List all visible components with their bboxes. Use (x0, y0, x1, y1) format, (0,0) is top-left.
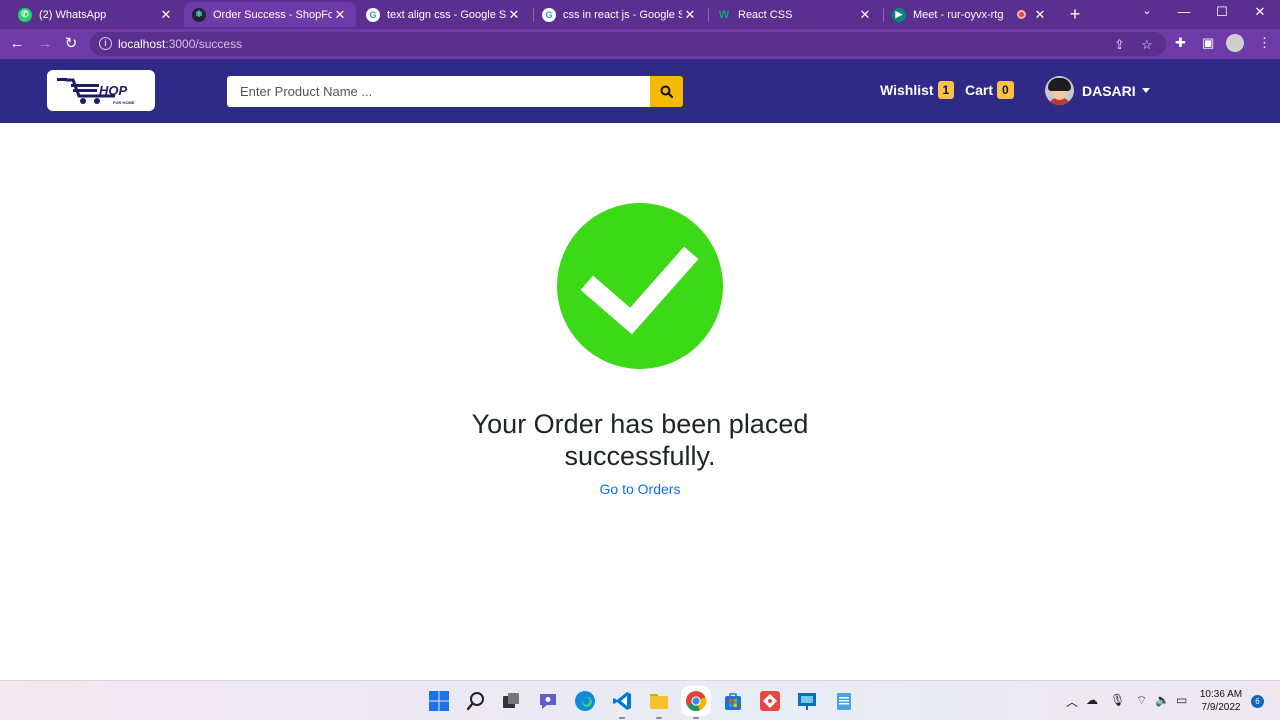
close-icon[interactable]: ✕ (158, 7, 174, 23)
extensions-icon[interactable]: ✚ (1175, 35, 1186, 51)
go-to-orders-link[interactable]: Go to Orders (540, 481, 740, 497)
search-input[interactable] (227, 76, 650, 107)
forward-icon[interactable]: → (36, 35, 54, 53)
site-info-icon[interactable]: i (99, 37, 112, 50)
teams-chat-icon[interactable] (537, 690, 559, 712)
wifi-icon[interactable]: ⌔ (1136, 693, 1147, 708)
reload-icon[interactable]: ↻ (62, 35, 80, 53)
windows-taskbar: ︿ ☁ 🎙 ⌔ 🔈 ▭ 10:36 AM 7/9/2022 6 (0, 680, 1280, 720)
share-icon[interactable]: ⇪ (1114, 37, 1125, 53)
shopping-cart-logo-icon: HOP FOR HOME (57, 78, 135, 105)
wishlist-count-badge: 1 (937, 81, 955, 99)
url-path: :3000/success (165, 37, 243, 51)
site-logo[interactable]: HOP FOR HOME (47, 70, 155, 111)
close-icon[interactable]: ✕ (506, 7, 522, 23)
tab-title: css in react js - Google Search (563, 8, 682, 21)
tab-title: text align css - Google Search (387, 8, 506, 21)
chevron-up-icon[interactable]: ︿ (1066, 693, 1078, 710)
logo-subtext: FOR HOME (113, 100, 135, 105)
tab-title: Meet - rur-oyvx-rtg (913, 8, 1004, 21)
cart-count-badge: 0 (997, 81, 1014, 99)
wishlist-link[interactable]: Wishlist 1 (880, 81, 955, 99)
search-button[interactable] (650, 76, 683, 107)
address-bar[interactable]: i localhost:3000/success ⇪ ☆ (90, 32, 1166, 56)
tab-order-success[interactable]: ⚛ Order Success - ShopForHome ✕ (184, 2, 356, 27)
minimize-icon[interactable]: — (1174, 4, 1194, 19)
url-host: localhost (118, 37, 166, 51)
back-icon[interactable]: ← (8, 35, 26, 53)
w3schools-icon: W (718, 8, 730, 21)
vscode-icon[interactable] (611, 690, 633, 719)
success-checkmark-icon (557, 203, 723, 369)
logo-text: HOP (99, 83, 128, 98)
notepad-icon[interactable] (833, 690, 855, 712)
tab-react-css[interactable]: W React CSS ✕ (709, 2, 881, 27)
taskbar-clock[interactable]: 10:36 AM 7/9/2022 (1196, 688, 1246, 714)
search-icon[interactable] (465, 690, 487, 712)
profile-avatar-icon[interactable] (1226, 34, 1244, 52)
whatsapp-icon: ✆ (18, 7, 32, 22)
tab-google-search-2[interactable]: G css in react js - Google Search ✕ (534, 2, 706, 27)
order-success-page: Your Order has been placed successfully.… (0, 123, 1280, 680)
chrome-icon[interactable] (685, 690, 707, 719)
microsoft-store-icon[interactable] (722, 690, 744, 712)
tab-title: Order Success - ShopForHome (213, 8, 332, 21)
tab-whatsapp[interactable]: ✆ (2) WhatsApp ✕ (10, 2, 182, 27)
tab-title: (2) WhatsApp (39, 8, 107, 21)
tab-search-icon[interactable]: ⌄ (1137, 4, 1157, 17)
volume-icon[interactable]: 🔈 (1155, 693, 1170, 707)
windows-start-icon[interactable] (428, 690, 450, 712)
browser-menu-icon[interactable]: ⋮ (1258, 35, 1271, 51)
google-icon: G (366, 7, 380, 22)
presentation-app-icon[interactable] (796, 690, 818, 712)
window-close-icon[interactable]: ✕ (1250, 4, 1270, 20)
tab-google-meet[interactable]: ▶ Meet - rur-oyvx-rtg ✕ (884, 2, 1056, 27)
close-icon[interactable]: ✕ (682, 7, 698, 23)
search-icon (660, 85, 673, 98)
cart-link[interactable]: Cart 0 (965, 81, 1014, 99)
close-icon[interactable]: ✕ (332, 7, 348, 23)
close-icon[interactable]: ✕ (857, 7, 873, 23)
battery-icon[interactable]: ▭ (1176, 693, 1187, 707)
url-text[interactable]: localhost:3000/success (118, 37, 242, 51)
microphone-icon[interactable]: 🎙 (1110, 693, 1125, 707)
react-icon: ⚛ (192, 7, 206, 22)
google-meet-icon: ▶ (892, 7, 906, 22)
edge-icon[interactable] (574, 690, 596, 712)
google-icon: G (542, 7, 556, 22)
caret-down-icon (1141, 88, 1150, 93)
new-tab-button[interactable]: + (1066, 5, 1084, 23)
tab-title: React CSS (738, 8, 793, 21)
wishlist-label: Wishlist (880, 82, 934, 98)
user-menu-dropdown[interactable]: DASARI (1045, 76, 1150, 105)
git-app-icon[interactable] (759, 690, 781, 712)
maximize-icon[interactable]: ☐ (1212, 4, 1232, 20)
user-name: DASARI (1082, 82, 1136, 99)
side-panel-icon[interactable]: ▣ (1202, 35, 1214, 51)
success-heading: Your Order has been placed successfully. (471, 409, 809, 471)
clock-date: 7/9/2022 (1201, 702, 1241, 713)
avatar (1045, 76, 1074, 105)
tab-google-search-1[interactable]: G text align css - Google Search ✕ (358, 2, 530, 27)
site-navbar: HOP FOR HOME Wishlist 1 Cart 0 DASARI (0, 59, 1280, 123)
onedrive-cloud-icon[interactable]: ☁ (1086, 693, 1098, 707)
browser-toolbar: ← → ↻ i localhost:3000/success ⇪ ☆ ✚ ▣ ⋮ (0, 29, 1280, 59)
bookmark-star-icon[interactable]: ☆ (1141, 37, 1153, 53)
task-view-icon[interactable] (500, 690, 522, 712)
close-icon[interactable]: ✕ (1032, 7, 1048, 23)
cart-label: Cart (965, 82, 994, 98)
file-explorer-icon[interactable] (648, 690, 670, 719)
recording-icon (1017, 10, 1026, 19)
product-search (227, 76, 683, 107)
clock-time: 10:36 AM (1199, 689, 1243, 700)
browser-tab-strip: ✆ (2) WhatsApp ✕ ⚛ Order Success - ShopF… (0, 0, 1280, 29)
notification-count-badge[interactable]: 6 (1251, 695, 1264, 708)
